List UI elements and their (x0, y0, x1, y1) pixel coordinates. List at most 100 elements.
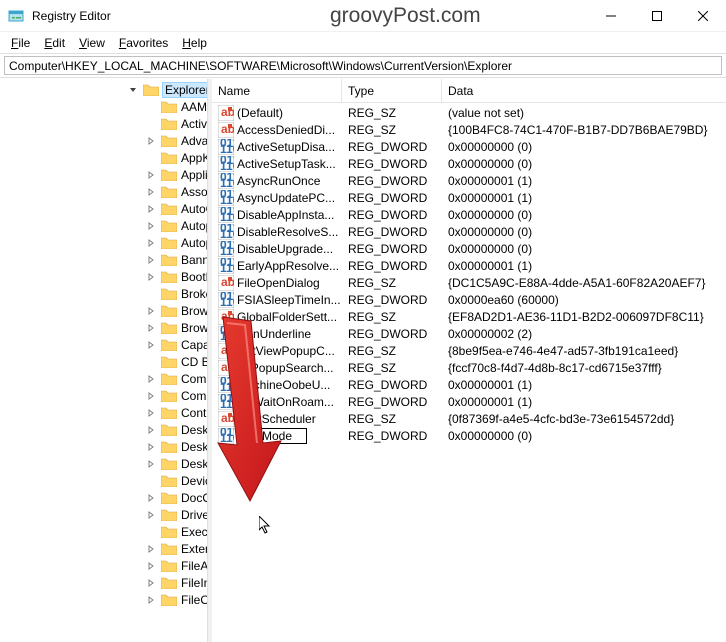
chevron-right-icon[interactable] (144, 134, 158, 148)
chevron-right-icon[interactable] (144, 457, 158, 471)
tree-item[interactable]: DesktopIniCache (8, 438, 207, 455)
menu-edit[interactable]: Edit (37, 34, 72, 52)
chevron-down-icon[interactable] (126, 83, 140, 97)
folder-icon (161, 593, 177, 606)
chevron-right-icon[interactable] (144, 559, 158, 573)
menu-view[interactable]: View (72, 34, 112, 52)
tree-pane[interactable]: ExplorerAAMActivateTimerAdvancedAppKeyAp… (0, 79, 208, 642)
tree-item[interactable]: AAM (8, 98, 207, 115)
value-row[interactable]: AccessDeniedDi...REG_SZ{100B4FC8-74C1-47… (212, 121, 726, 138)
chevron-right-icon[interactable] (144, 423, 158, 437)
tree-item[interactable]: Common (8, 387, 207, 404)
spacer (144, 100, 158, 114)
value-row[interactable]: (Default)REG_SZ(value not set) (212, 104, 726, 121)
tree-item-label: Explorer (163, 83, 207, 97)
tree-item[interactable]: FileOperation (8, 591, 207, 608)
value-row[interactable]: ActiveSetupTask...REG_DWORD0x00000000 (0… (212, 155, 726, 172)
chevron-right-icon[interactable] (144, 270, 158, 284)
tree-item[interactable]: BannerStore (8, 251, 207, 268)
list-pane[interactable]: Name Type Data (Default)REG_SZ(value not… (212, 79, 726, 642)
maximize-button[interactable] (634, 0, 680, 32)
value-row[interactable]: ActiveSetupDisa...REG_DWORD0x00000000 (0… (212, 138, 726, 155)
chevron-right-icon[interactable] (144, 321, 158, 335)
tree-item[interactable]: ExecuteTypeDelegation (8, 523, 207, 540)
tree-item[interactable]: AutoComplete (8, 200, 207, 217)
menu-favorites[interactable]: Favorites (112, 34, 175, 52)
tree-item[interactable]: Capabilities (8, 336, 207, 353)
tree-item[interactable]: FileInUse (8, 574, 207, 591)
tree-item[interactable]: DeviceUpdate (8, 472, 207, 489)
value-row[interactable]: FileOpenDialogREG_SZ{DC1C5A9C-E88A-4dde-… (212, 274, 726, 291)
tree-item[interactable]: AppKey (8, 149, 207, 166)
tree-item[interactable]: Associations (8, 183, 207, 200)
chevron-right-icon[interactable] (144, 576, 158, 590)
value-row[interactable]: TaskSchedulerREG_SZ{0f87369f-a4e5-4cfc-b… (212, 410, 726, 427)
tree-item[interactable]: Application (8, 166, 207, 183)
chevron-right-icon[interactable] (144, 389, 158, 403)
chevron-right-icon[interactable] (144, 372, 158, 386)
folder-icon (161, 134, 177, 147)
value-row[interactable]: IconUnderlineREG_DWORD0x00000002 (2) (212, 325, 726, 342)
chevron-right-icon[interactable] (144, 236, 158, 250)
tree-item[interactable]: BrowseNewProcess (8, 302, 207, 319)
menu-help[interactable]: Help (175, 34, 214, 52)
value-row[interactable]: HubModeREG_DWORD0x00000000 (0) (212, 427, 726, 444)
value-row[interactable]: DisableAppInsta...REG_DWORD0x00000000 (0… (212, 206, 726, 223)
tree-item[interactable]: ControlPanel (8, 404, 207, 421)
value-row[interactable]: ListViewPopupC...REG_SZ{8be9f5ea-e746-4e… (212, 342, 726, 359)
folder-icon (143, 83, 159, 96)
value-row[interactable]: EarlyAppResolve...REG_DWORD0x00000001 (1… (212, 257, 726, 274)
tree-item[interactable]: DocObject (8, 489, 207, 506)
dword-value-icon (218, 173, 234, 189)
value-row[interactable]: AsyncUpdatePC...REG_DWORD0x00000001 (1) (212, 189, 726, 206)
tree-item-label: FileInUse (181, 576, 207, 590)
dword-value-icon (218, 326, 234, 342)
chevron-right-icon[interactable] (144, 185, 158, 199)
chevron-right-icon[interactable] (144, 593, 158, 607)
tree-item[interactable]: Browser Helper (8, 319, 207, 336)
tree-item[interactable]: Explorer (8, 81, 207, 98)
tree-item[interactable]: Extensions (8, 540, 207, 557)
menu-file[interactable]: File (4, 34, 37, 52)
tree-item[interactable]: DriveIcons (8, 506, 207, 523)
tree-item[interactable]: CD Burning (8, 353, 207, 370)
tree-item[interactable]: BrokerExtensions (8, 285, 207, 302)
tree-item[interactable]: FileAssociation (8, 557, 207, 574)
tree-item[interactable]: ActivateTimer (8, 115, 207, 132)
value-row[interactable]: LVPopupSearch...REG_SZ{fccf70c8-f4d7-4d8… (212, 359, 726, 376)
chevron-right-icon[interactable] (144, 440, 158, 454)
rename-input[interactable]: HubMode (237, 428, 307, 444)
chevron-right-icon[interactable] (144, 508, 158, 522)
value-row[interactable]: DisableUpgrade...REG_DWORD0x00000000 (0) (212, 240, 726, 257)
address-input[interactable] (4, 56, 722, 75)
tree-item[interactable]: Desktop (8, 421, 207, 438)
value-row[interactable]: AsyncRunOnceREG_DWORD0x00000001 (1) (212, 172, 726, 189)
value-row[interactable]: FSIASleepTimeIn...REG_DWORD0x0000ea60 (6… (212, 291, 726, 308)
chevron-right-icon[interactable] (144, 338, 158, 352)
value-row[interactable]: MachineOobeU...REG_DWORD0x00000001 (1) (212, 376, 726, 393)
chevron-right-icon[interactable] (144, 168, 158, 182)
value-row[interactable]: NoWaitOnRoam...REG_DWORD0x00000001 (1) (212, 393, 726, 410)
close-button[interactable] (680, 0, 726, 32)
col-data[interactable]: Data (442, 79, 722, 102)
tree-item[interactable]: AutoplayHandlers (8, 234, 207, 251)
tree-item[interactable]: Autoplay (8, 217, 207, 234)
chevron-right-icon[interactable] (144, 304, 158, 318)
value-row[interactable]: GlobalFolderSett...REG_SZ{EF8AD2D1-AE36-… (212, 308, 726, 325)
chevron-right-icon[interactable] (144, 253, 158, 267)
value-row[interactable]: DisableResolveS...REG_DWORD0x00000000 (0… (212, 223, 726, 240)
chevron-right-icon[interactable] (144, 491, 158, 505)
minimize-button[interactable] (588, 0, 634, 32)
value-type: REG_DWORD (342, 259, 442, 273)
tree-item[interactable]: BootLocal (8, 268, 207, 285)
col-name[interactable]: Name (212, 79, 342, 102)
chevron-right-icon[interactable] (144, 542, 158, 556)
col-type[interactable]: Type (342, 79, 442, 102)
chevron-right-icon[interactable] (144, 406, 158, 420)
chevron-right-icon[interactable] (144, 202, 158, 216)
tree-item[interactable]: Advanced (8, 132, 207, 149)
chevron-right-icon[interactable] (144, 219, 158, 233)
folder-icon (161, 287, 177, 300)
tree-item[interactable]: DesktopOptimization (8, 455, 207, 472)
tree-item[interactable]: CommandStore (8, 370, 207, 387)
